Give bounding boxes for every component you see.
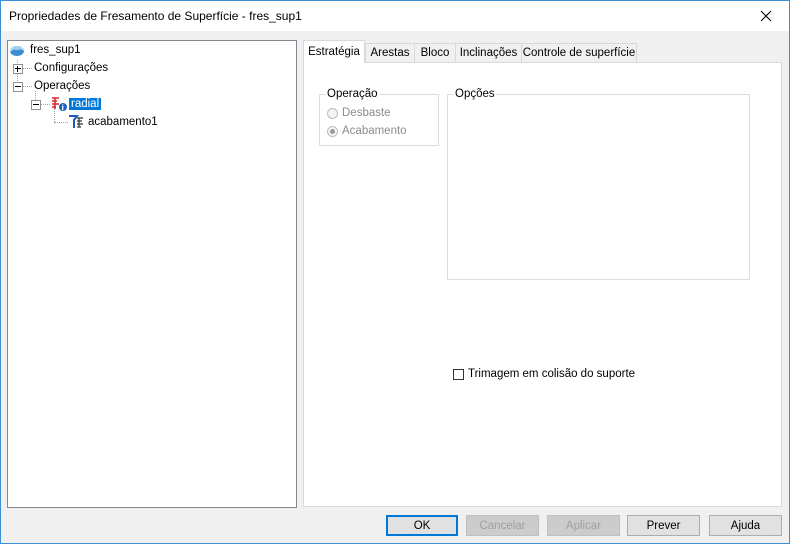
checkbox-label: Trimagem em colisão do suporte [468, 368, 636, 380]
tree-item-label: fres_sup1 [30, 44, 81, 56]
apply-button[interactable]: Aplicar [547, 515, 620, 536]
checkbox-icon [453, 368, 464, 380]
radio-button-icon [327, 107, 338, 119]
trim-collision-checkbox[interactable]: Trimagem em colisão do suporte [453, 368, 635, 380]
button-label: OK [413, 519, 431, 532]
tree-item-label: acabamento1 [88, 116, 158, 128]
operacao-legend: Operação [327, 88, 378, 100]
tab-bloco[interactable]: Bloco [414, 43, 456, 62]
tree-item-configuracoes[interactable]: Configurações [34, 59, 108, 77]
svg-text:i: i [62, 104, 64, 112]
finish-operation-icon [69, 115, 83, 128]
operations-tree[interactable]: fres_sup1 Configurações Operações i radi… [7, 40, 297, 508]
tab-label: Inclinações [459, 47, 518, 59]
tab-inclinacoes[interactable]: Inclinações [455, 43, 522, 62]
collapse-minus-icon[interactable] [13, 82, 23, 92]
tab-content-estrategia: Operação Desbaste Acabamento Opções Trim… [303, 62, 782, 507]
button-label: Cancelar [479, 519, 526, 532]
button-label: Aplicar [565, 519, 602, 532]
tab-estrategia[interactable]: Estratégia [303, 40, 365, 63]
collapse-minus-icon[interactable] [31, 100, 41, 110]
tree-item-label: Operações [34, 80, 91, 92]
opcoes-legend: Opções [455, 88, 495, 100]
tree-connector [22, 86, 32, 87]
tab-label: Estratégia [308, 46, 360, 58]
preview-button[interactable]: Prever [627, 515, 700, 536]
dialog-window: Propriedades de Fresamento de Superfície… [0, 0, 790, 544]
title-bar: Propriedades de Fresamento de Superfície… [1, 1, 789, 31]
cancel-button[interactable]: Cancelar [466, 515, 539, 536]
tab-arestas[interactable]: Arestas [365, 43, 415, 62]
radio-button-icon [327, 125, 338, 137]
ok-button[interactable]: OK [386, 515, 458, 536]
tree-item-root[interactable]: fres_sup1 [9, 41, 81, 59]
button-label: Ajuda [730, 519, 761, 532]
tree-item-radial[interactable]: i radial [50, 95, 103, 113]
radio-label: Desbaste [342, 107, 391, 119]
button-label: Prever [646, 519, 681, 532]
tree-item-label: Configurações [34, 62, 109, 74]
surface-icon [9, 46, 25, 56]
tree-item-label: radial [67, 97, 103, 111]
tab-label: Bloco [420, 47, 450, 59]
radio-desbaste[interactable]: Desbaste [327, 107, 391, 119]
tab-label: Arestas [370, 47, 410, 59]
window-title: Propriedades de Fresamento de Superfície… [9, 9, 302, 23]
tab-label: Controle de superfície [522, 47, 636, 59]
tab-controle-superficie[interactable]: Controle de superfície [521, 43, 637, 62]
radio-acabamento[interactable]: Acabamento [327, 125, 407, 137]
close-button[interactable] [743, 1, 789, 31]
radial-operation-icon: i [52, 97, 67, 112]
tree-item-acabamento[interactable]: acabamento1 [68, 113, 158, 131]
tree-connector [40, 104, 50, 105]
radio-label: Acabamento [342, 125, 407, 137]
tree-connector [54, 122, 68, 123]
help-button[interactable]: Ajuda [709, 515, 782, 536]
tree-connector [22, 68, 32, 69]
tree-item-operacoes[interactable]: Operações [34, 77, 90, 95]
expand-plus-icon[interactable] [13, 64, 23, 74]
opcoes-group: Opções [447, 88, 750, 280]
close-icon [760, 10, 772, 22]
